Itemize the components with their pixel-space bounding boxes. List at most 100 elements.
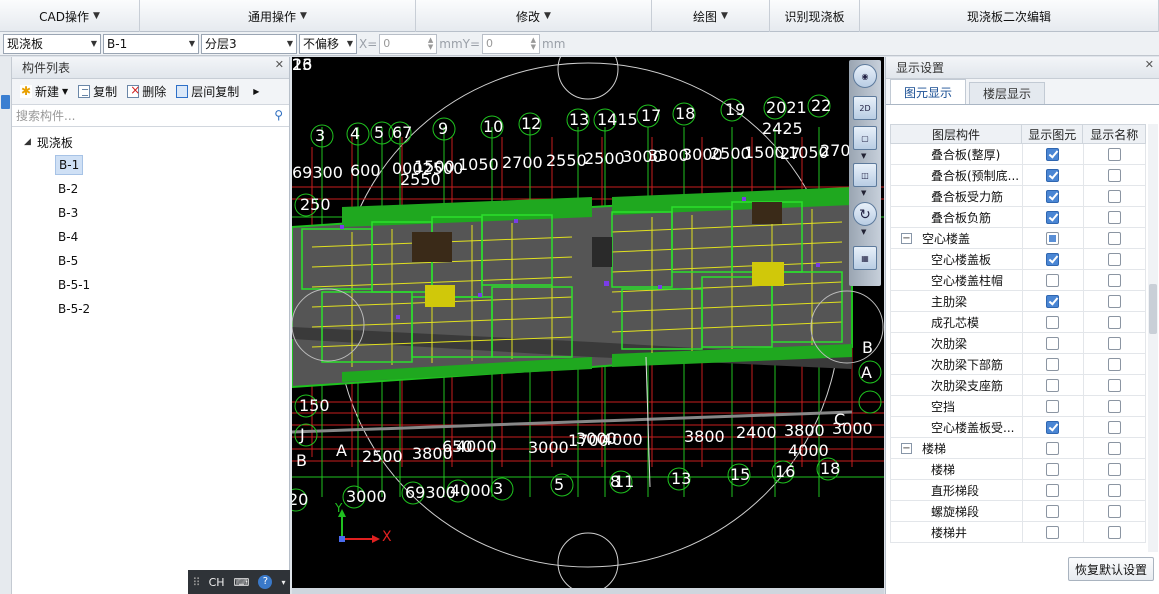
type-select[interactable]: 现浇板 ▼ [3,33,101,54]
layer-grid: 图层构件 显示图元 显示名称 叠合板(整厚) 叠合板(预制底... 叠合板受力筋 叠合… [890,124,1147,543]
show-name-checkbox[interactable] [1108,483,1122,497]
chevron-down-icon[interactable]: ▼ [861,228,866,236]
show-element-checkbox[interactable] [1046,294,1060,308]
scroll-thumb[interactable] [1149,284,1157,334]
show-name-checkbox[interactable] [1108,294,1122,308]
show-element-checkbox[interactable] [1046,525,1060,539]
layout-view-icon[interactable]: ▦ [853,246,877,270]
tree-item[interactable]: B-1 [12,153,289,177]
component-select[interactable]: B-1 ▼ [103,33,199,54]
show-element-checkbox[interactable] [1046,231,1060,245]
x-input[interactable]: 0 ▲ ▼ [379,33,438,54]
show-element-checkbox[interactable] [1046,441,1060,455]
show-name-checkbox[interactable] [1108,189,1122,203]
box-view-icon[interactable]: ◫ [853,163,877,187]
show-element-checkbox[interactable] [1046,357,1060,371]
layer-name-cell: 叠合板受力筋 [891,186,1023,206]
tree-item[interactable]: B-2 [12,177,289,201]
show-name-checkbox[interactable] [1108,525,1122,539]
collapse-icon[interactable]: − [901,232,912,244]
copy-icon [78,85,91,98]
menu-item-3[interactable]: 绘图 ▼ [652,0,770,32]
ime-language[interactable]: CH [209,576,225,589]
show-name-checkbox[interactable] [1108,420,1122,434]
tree-item[interactable]: B-5-2 [12,297,289,321]
show-name-checkbox[interactable] [1108,210,1122,224]
grid-scrollbar[interactable] [1148,124,1158,552]
show-element-checkbox[interactable] [1046,378,1060,392]
show-element-checkbox[interactable] [1046,147,1060,161]
spin-arrows-icon[interactable]: ▲ ▼ [428,36,433,51]
more-icon[interactable]: ▶ [253,87,259,96]
cube-view-icon[interactable]: ▢ [853,126,877,150]
tab-floor-display[interactable]: 楼层显示 [969,82,1046,104]
spin-arrows-icon[interactable]: ▲ ▼ [531,36,536,51]
menu-item-2[interactable]: 修改 ▼ [416,0,652,32]
cad-canvas[interactable]: 3 4 5 67 9 10 12 13 1415 17 18 19 2021 22 2425 27 69300 6… [292,57,884,594]
new-button[interactable]: ✱ 新建 ▼ [20,83,68,100]
tree-item[interactable]: B-3 [12,201,289,225]
rotate-icon[interactable]: ↻ [853,202,877,226]
show-name-checkbox[interactable] [1108,231,1122,245]
tab-element-display[interactable]: 图元显示 [890,79,967,104]
show-element-cell [1023,165,1085,185]
show-name-checkbox[interactable] [1108,252,1122,266]
show-name-checkbox[interactable] [1108,462,1122,476]
tree-item[interactable]: B-5-1 [12,273,289,297]
show-element-checkbox[interactable] [1046,399,1060,413]
show-element-checkbox[interactable] [1046,483,1060,497]
show-element-checkbox[interactable] [1046,273,1060,287]
show-name-checkbox[interactable] [1108,273,1122,287]
show-element-checkbox[interactable] [1046,315,1060,329]
copy-button[interactable]: 复制 [78,83,117,100]
ime-menu-icon[interactable]: ▾ [281,578,285,587]
collapse-icon[interactable]: − [901,442,912,454]
show-name-checkbox[interactable] [1108,357,1122,371]
show-element-checkbox[interactable] [1046,210,1060,224]
show-name-checkbox[interactable] [1108,336,1122,350]
show-element-checkbox[interactable] [1046,168,1060,182]
show-element-checkbox[interactable] [1046,336,1060,350]
show-name-checkbox[interactable] [1108,399,1122,413]
layer-select[interactable]: 分层3 ▼ [201,33,297,54]
offset-select[interactable]: 不偏移 ▼ [299,33,357,54]
floor-copy-button[interactable]: 层间复制 [176,83,239,100]
show-element-checkbox[interactable] [1046,420,1060,434]
grip-icon[interactable]: ⠿ [193,576,201,589]
chevron-down-icon[interactable]: ▼ [861,152,866,160]
show-name-checkbox[interactable] [1108,315,1122,329]
show-element-checkbox[interactable] [1046,462,1060,476]
collapse-arrow-icon[interactable]: ◢ [24,137,31,147]
dock-tab[interactable] [1,95,10,109]
tree-item[interactable]: B-4 [12,225,289,249]
show-element-checkbox[interactable] [1046,504,1060,518]
menu-item-0[interactable]: CAD操作 ▼ [0,0,140,32]
show-element-checkbox[interactable] [1046,189,1060,203]
menu-item-label: 修改 [516,9,541,24]
2d-view-icon[interactable]: 2D [853,96,877,120]
show-name-checkbox[interactable] [1108,147,1122,161]
show-name-checkbox[interactable] [1108,504,1122,518]
show-name-checkbox[interactable] [1108,378,1122,392]
show-name-checkbox[interactable] [1108,168,1122,182]
menu-item-1[interactable]: 通用操作 ▼ [140,0,416,32]
keyboard-icon[interactable]: ⌨ [234,576,250,589]
tree-item[interactable]: B-5 [12,249,289,273]
menu-item-4[interactable]: 识别现浇板 [770,0,860,32]
chevron-down-icon[interactable]: ▼ [861,189,866,197]
show-element-checkbox[interactable] [1046,252,1060,266]
menu-item-5[interactable]: 现浇板二次编辑 [860,0,1159,32]
y-input[interactable]: 0 ▲ ▼ [482,33,541,54]
delete-button[interactable]: 删除 [127,83,166,100]
layer-name-cell: 空心楼盖板 [891,249,1023,269]
search-icon[interactable]: ⚲ [274,108,283,122]
help-icon[interactable]: ? [258,575,273,589]
orbit-icon[interactable]: ◉ [853,64,877,88]
tree-root[interactable]: ◢ 现浇板 [12,131,289,153]
show-name-checkbox[interactable] [1108,441,1122,455]
display-settings-title: 显示设置 [896,61,945,75]
search-input[interactable]: 搜索构件... ⚲ [12,105,289,127]
close-icon[interactable]: ✕ [275,58,284,71]
close-icon[interactable]: ✕ [1145,58,1154,71]
restore-defaults-button[interactable]: 恢复默认设置 [1068,557,1154,581]
